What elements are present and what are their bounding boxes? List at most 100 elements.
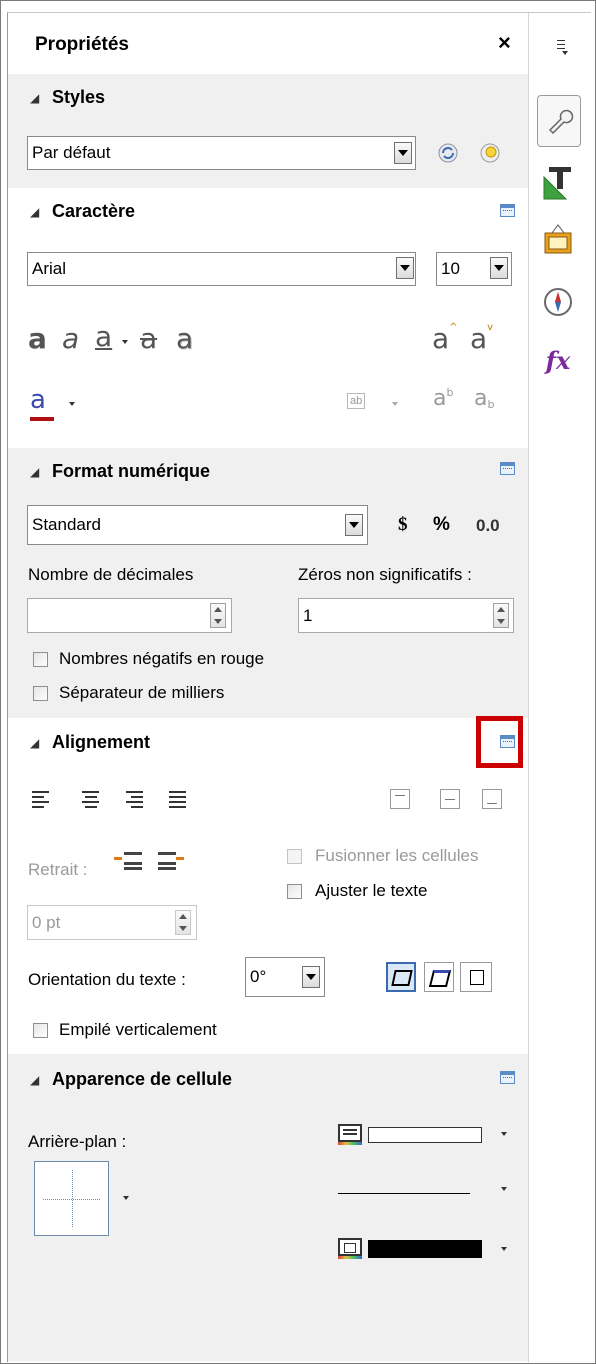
highlight-box: [476, 716, 523, 768]
navigator-tab-icon[interactable]: [540, 284, 576, 320]
more-options-icon[interactable]: [500, 204, 515, 217]
properties-tab-icon[interactable]: [537, 95, 581, 147]
align-center-icon[interactable]: [82, 791, 99, 811]
background-color-icon[interactable]: [338, 1124, 362, 1142]
align-justify-icon[interactable]: [169, 791, 186, 811]
shrink-font-icon[interactable]: av: [470, 322, 493, 355]
style-dropdown[interactable]: Par défaut: [27, 136, 416, 170]
bold-icon[interactable]: a: [28, 322, 47, 355]
thousands-separator-checkbox[interactable]: [33, 686, 48, 701]
align-bottom-icon[interactable]: [482, 789, 502, 809]
collapse-triangle-icon[interactable]: ◢: [30, 1073, 39, 1087]
superscript-icon[interactable]: ab: [433, 386, 453, 411]
number-format-dropdown-button[interactable]: [345, 514, 363, 536]
more-options-icon[interactable]: [500, 1071, 515, 1084]
decimals-input[interactable]: [27, 598, 232, 633]
panel-title: Propriétés: [35, 34, 129, 55]
cell-border-icon[interactable]: [34, 1161, 109, 1236]
currency-format-button[interactable]: $: [398, 514, 408, 536]
indent-input[interactable]: 0 pt: [27, 905, 197, 940]
italic-icon[interactable]: a: [62, 322, 79, 355]
decimal-format-button[interactable]: 0.0: [476, 516, 500, 536]
stacked-vertically-checkbox[interactable]: [33, 1023, 48, 1038]
collapse-triangle-icon[interactable]: ◢: [30, 736, 39, 750]
wrap-text-checkbox[interactable]: [287, 884, 302, 899]
number-format-dropdown[interactable]: Standard: [27, 505, 368, 545]
character-header[interactable]: Caractère: [52, 201, 135, 222]
align-left-icon[interactable]: [32, 791, 49, 811]
line-color-bar: [338, 1256, 362, 1259]
orientation-none-icon[interactable]: [460, 962, 492, 992]
leading-zeros-label-text: Zéros non significatifs :: [298, 565, 472, 584]
alignment-header[interactable]: Alignement: [52, 732, 150, 753]
new-style-icon[interactable]: [478, 141, 502, 165]
align-right-icon[interactable]: [126, 791, 143, 811]
sidebar-menu-icon[interactable]: [557, 40, 569, 55]
line-color-dropdown-icon[interactable]: [501, 1247, 507, 1251]
subscript-icon[interactable]: ab: [474, 386, 494, 411]
font-name-dropdown-button[interactable]: [396, 257, 414, 279]
close-icon[interactable]: ×: [498, 30, 511, 56]
font-color-icon[interactable]: a: [30, 385, 46, 415]
font-size-value: 10: [441, 259, 460, 278]
line-color-swatch[interactable]: [368, 1240, 482, 1258]
font-size-dropdown-button[interactable]: [490, 257, 508, 279]
background-dropdown-icon[interactable]: [501, 1132, 507, 1136]
collapse-triangle-icon[interactable]: ◢: [30, 465, 39, 479]
indent-spin-button[interactable]: [175, 910, 191, 935]
align-middle-icon[interactable]: [440, 789, 460, 809]
refresh-style-icon[interactable]: [436, 141, 460, 165]
shadow-icon[interactable]: a: [176, 322, 193, 355]
cell-appearance-header[interactable]: Apparence de cellule: [52, 1069, 232, 1090]
line-style-icon[interactable]: [338, 1193, 470, 1194]
number-format-value: Standard: [32, 515, 101, 534]
highlight-icon[interactable]: ab: [347, 393, 366, 409]
orientation-default-icon[interactable]: [386, 962, 416, 992]
indent-label: Retrait :: [28, 860, 88, 879]
background-color-bar: [338, 1142, 362, 1145]
decimals-label-text: Nombre de décimales: [28, 565, 194, 584]
grow-font-icon[interactable]: a^: [432, 322, 458, 355]
negative-red-checkbox[interactable]: [33, 652, 48, 667]
underline-dropdown-icon[interactable]: [122, 340, 128, 344]
more-options-icon[interactable]: [500, 462, 515, 475]
line-style-dropdown-icon[interactable]: [501, 1187, 507, 1191]
functions-tab-icon[interactable]: fx: [538, 340, 578, 380]
style-value: Par défaut: [32, 143, 111, 162]
orientation-value: 0°: [250, 967, 267, 986]
styles-header[interactable]: Styles: [52, 87, 105, 108]
stacked-vertically-label: Empilé verticalement: [59, 1020, 217, 1039]
line-color-icon[interactable]: [338, 1238, 362, 1256]
decimals-spin-button[interactable]: [210, 603, 226, 628]
increase-indent-icon[interactable]: [114, 850, 142, 872]
gallery-tab-icon[interactable]: [538, 220, 578, 258]
cell-border-dropdown-icon[interactable]: [123, 1196, 129, 1200]
font-name-dropdown[interactable]: Arial: [27, 252, 416, 286]
orientation-slanted-icon[interactable]: [424, 962, 454, 992]
leading-zeros-value: 1: [303, 605, 313, 625]
styles-tab-icon[interactable]: [538, 160, 578, 204]
highlight-dropdown-icon[interactable]: [392, 402, 398, 406]
background-color-swatch[interactable]: [368, 1127, 482, 1143]
percent-format-button[interactable]: %: [433, 514, 450, 536]
leading-zeros-label: Zéros non significatifs :: [298, 565, 472, 585]
merge-cells-checkbox[interactable]: [287, 849, 302, 864]
style-dropdown-button[interactable]: [394, 142, 412, 164]
decimals-label: Nombre de décimales: [28, 565, 193, 585]
decrease-indent-icon[interactable]: [158, 850, 186, 872]
wrap-text-label: Ajuster le texte: [315, 881, 428, 900]
collapse-triangle-icon[interactable]: ◢: [30, 91, 39, 105]
strikethrough-icon[interactable]: a: [140, 322, 157, 355]
underline-icon[interactable]: a: [95, 320, 112, 353]
leading-zeros-spin-button[interactable]: [493, 603, 509, 628]
indent-value: 0 pt: [32, 912, 61, 932]
font-color-dropdown-icon[interactable]: [69, 402, 75, 406]
collapse-triangle-icon[interactable]: ◢: [30, 205, 39, 219]
align-top-icon[interactable]: [390, 789, 410, 809]
merge-cells-label: Fusionner les cellules: [315, 846, 479, 865]
font-color-bar: [30, 417, 54, 421]
orientation-dropdown-button[interactable]: [302, 966, 320, 988]
leading-zeros-input[interactable]: 1: [298, 598, 514, 633]
number-format-header[interactable]: Format numérique: [52, 461, 210, 482]
alignment-section: [8, 718, 528, 1054]
